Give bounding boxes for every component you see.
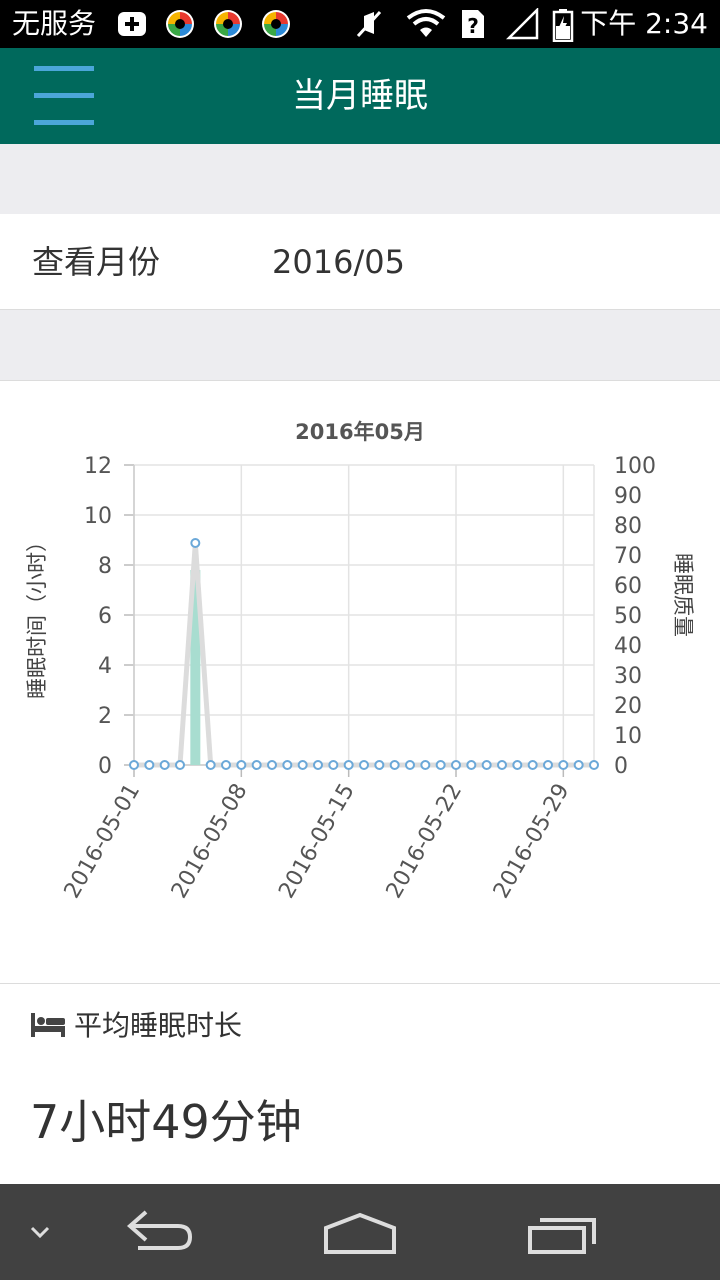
app-icon	[166, 10, 194, 38]
right-tick-label: 60	[614, 574, 642, 599]
right-tick-label: 50	[614, 604, 642, 629]
month-selector[interactable]: 查看月份 2016/05	[0, 214, 720, 310]
left-axis-label: 睡眠时间（小时）	[25, 531, 49, 699]
divider	[0, 983, 720, 984]
battery-icon	[552, 9, 574, 42]
sleep-quality-point	[466, 760, 477, 770]
sleep-quality-point	[451, 760, 461, 770]
sleep-quality-point	[359, 760, 369, 770]
x-tick-label: 2016-05-01	[60, 780, 146, 903]
right-tick-label: 30	[614, 664, 642, 689]
sleep-quality-point	[129, 760, 139, 770]
section-spacer	[0, 310, 720, 380]
back-icon[interactable]	[124, 1204, 196, 1260]
sleep-quality-point	[251, 760, 262, 770]
system-nav-bar	[0, 1184, 720, 1280]
app-bar: 当月睡眠	[0, 48, 720, 144]
sleep-quality-point	[343, 760, 354, 770]
sleep-quality-point	[236, 760, 247, 770]
right-tick-label: 80	[614, 514, 642, 539]
recents-icon[interactable]	[526, 1214, 598, 1258]
app-icon	[262, 10, 290, 38]
sleep-quality-point	[297, 760, 308, 770]
sleep-quality-point	[175, 760, 185, 770]
right-tick-label: 100	[614, 454, 656, 479]
right-tick-label: 20	[614, 694, 642, 719]
right-tick-label: 70	[614, 544, 642, 569]
average-sleep-value: 7小时49分钟	[30, 1095, 302, 1149]
sleep-quality-point	[144, 760, 155, 770]
sleep-quality-point	[159, 760, 170, 770]
left-tick-label: 8	[98, 554, 112, 579]
sleep-quality-point	[543, 760, 553, 770]
right-axis-label: 睡眠质量	[671, 553, 695, 637]
sleep-quality-point	[313, 760, 323, 770]
left-tick-label: 12	[84, 454, 112, 479]
right-tick-label: 0	[614, 754, 628, 779]
x-tick-label: 2016-05-29	[489, 780, 575, 903]
sleep-quality-point	[573, 760, 584, 770]
bed-icon	[31, 1013, 65, 1037]
left-tick-label: 4	[98, 654, 112, 679]
sleep-quality-point	[527, 760, 538, 770]
sleep-quality-point	[205, 760, 216, 770]
sleep-quality-point	[190, 538, 201, 548]
right-tick-label: 40	[614, 634, 642, 659]
sleep-quality-point	[589, 760, 599, 770]
sleep-quality-point	[481, 760, 492, 770]
x-tick-label: 2016-05-15	[274, 780, 360, 903]
sleep-quality-point	[389, 760, 400, 770]
left-tick-label: 2	[98, 704, 112, 729]
x-tick-label: 2016-05-08	[167, 780, 253, 903]
sleep-quality-point	[282, 760, 293, 770]
sleep-quality-point	[374, 760, 385, 770]
sleep-quality-point	[435, 760, 446, 770]
x-tick-label: 2016-05-22	[382, 780, 468, 903]
wifi-icon	[406, 9, 446, 37]
status-bar: 无服务 ? 下午 2:34	[0, 0, 720, 48]
hamburger-menu-icon[interactable]	[30, 66, 96, 126]
section-spacer	[0, 144, 720, 214]
page-title: 当月睡眠	[292, 76, 428, 116]
right-tick-label: 10	[614, 724, 642, 749]
sleep-quality-point	[420, 760, 431, 770]
left-tick-label: 10	[84, 504, 112, 529]
left-tick-label: 6	[98, 604, 112, 629]
sleep-quality-line	[134, 540, 594, 768]
mute-icon	[356, 10, 382, 38]
clock: 下午 2:34	[580, 7, 708, 40]
add-box-icon	[118, 12, 146, 36]
chart-canvas: 2016年05月 睡眠时间（小时） 睡眠质量 12108642010090807…	[25, 420, 695, 903]
average-sleep-label: 平均睡眠时长	[74, 1009, 243, 1042]
sleep-quality-point	[497, 760, 507, 770]
sleep-quality-point	[328, 760, 339, 770]
sleep-quality-point	[512, 760, 523, 770]
app-icon	[214, 10, 242, 38]
sleep-quality-point	[405, 760, 415, 770]
month-label: 查看月份	[32, 243, 161, 281]
left-tick-label: 0	[98, 754, 112, 779]
sleep-quality-point	[267, 760, 277, 770]
carrier-label: 无服务	[12, 7, 97, 40]
month-value[interactable]: 2016/05	[272, 214, 405, 310]
svg-text:?: ?	[467, 14, 479, 38]
sleep-chart: 2016年05月 睡眠时间（小时） 睡眠质量 12 10 8 6 4 2 0 100 90 80 7…	[0, 381, 720, 981]
chart-title: 2016年05月	[295, 420, 425, 444]
signal-icon	[506, 8, 539, 40]
sleep-quality-point	[558, 760, 569, 770]
hide-nav-icon[interactable]	[28, 1220, 52, 1244]
sim-unknown-icon: ?	[462, 10, 484, 38]
sleep-quality-point	[221, 760, 231, 770]
right-tick-label: 90	[614, 484, 642, 509]
home-icon[interactable]	[322, 1212, 398, 1256]
